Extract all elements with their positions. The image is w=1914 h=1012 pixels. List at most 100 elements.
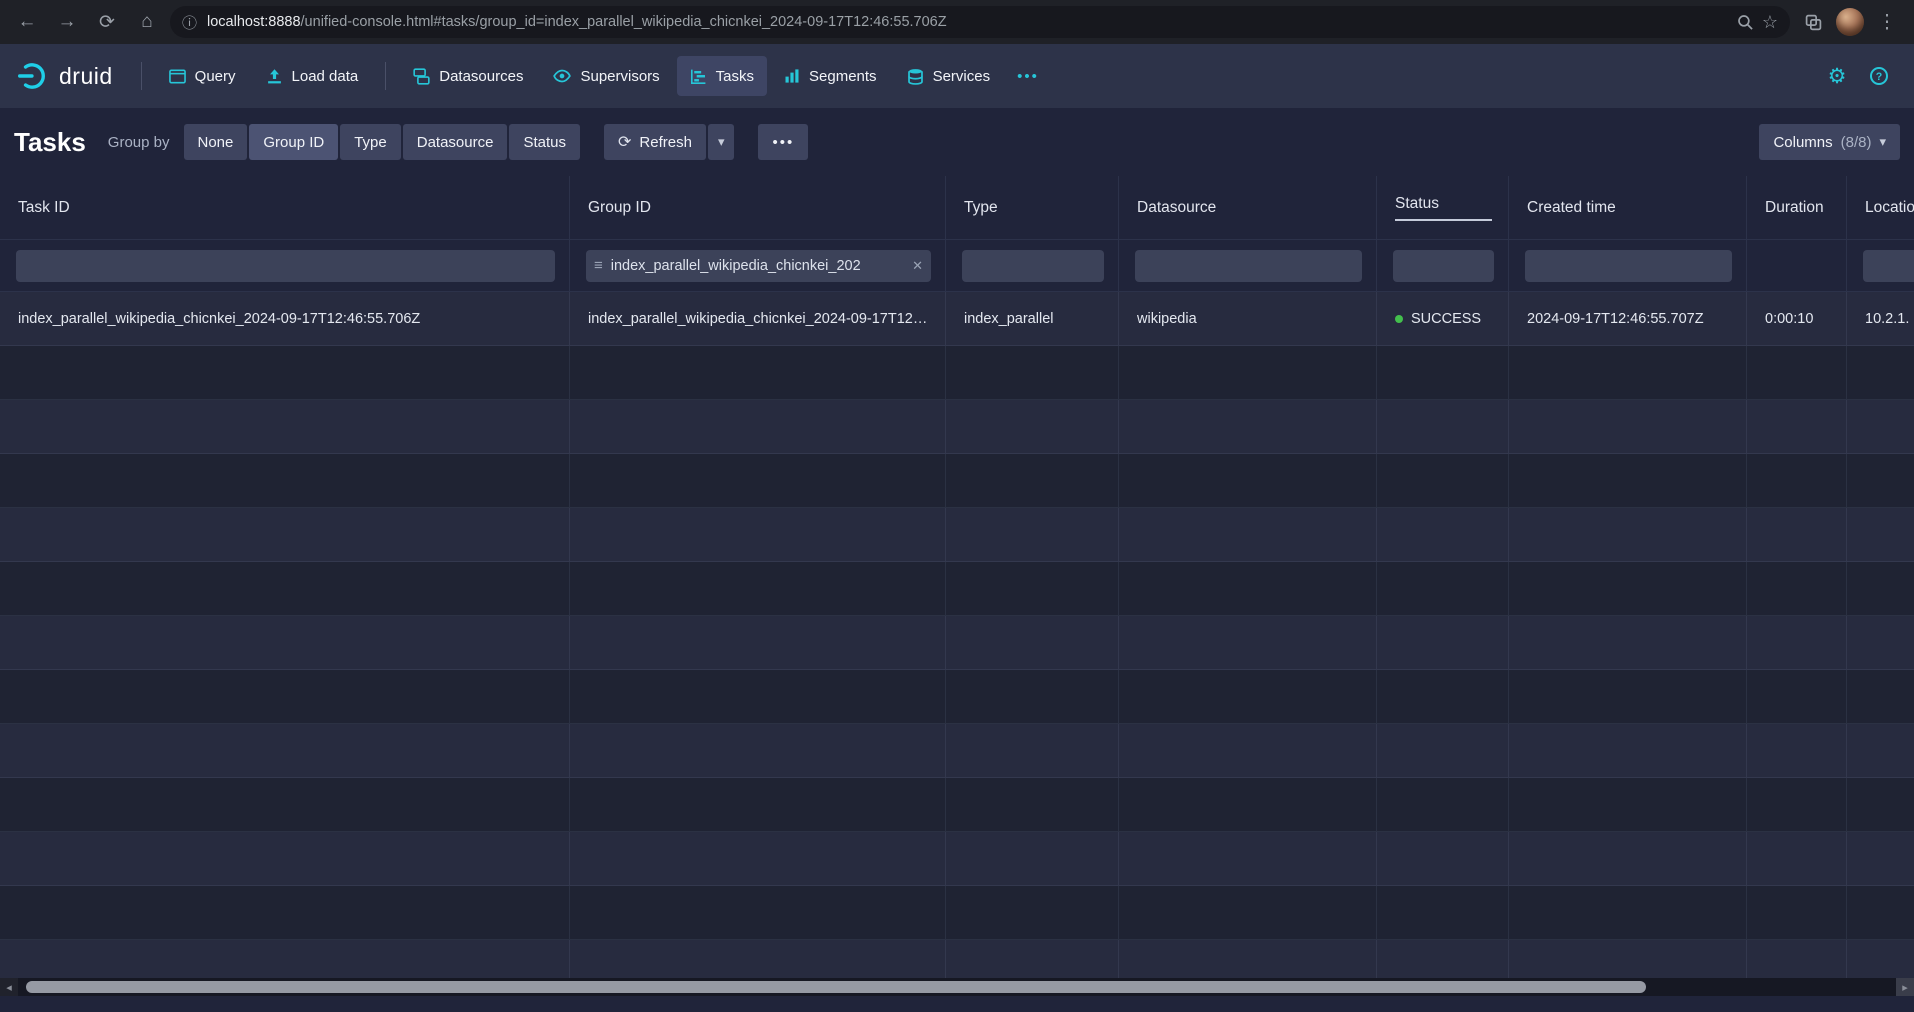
gantt-icon: [690, 68, 707, 85]
site-info-icon[interactable]: ⓘ: [182, 12, 197, 33]
refresh-button[interactable]: ⟳ Refresh: [604, 124, 706, 160]
group-by-label: Group by: [108, 134, 170, 151]
nav-item-supervisors[interactable]: Supervisors: [540, 56, 672, 96]
druid-navbar: druid Query Load data Datasources Superv…: [0, 44, 1914, 108]
chevron-down-icon: ▾: [718, 134, 725, 150]
column-header-duration[interactable]: Duration: [1747, 176, 1847, 239]
group-by-datasource-button[interactable]: Datasource: [403, 124, 508, 160]
columns-label: Columns: [1773, 134, 1832, 151]
nav-item-tasks[interactable]: Tasks: [677, 56, 767, 96]
bookmark-star-icon[interactable]: ☆: [1762, 12, 1778, 33]
nav-item-datasources[interactable]: Datasources: [400, 56, 536, 96]
filter-cell-duration: [1747, 240, 1847, 291]
cell-status: SUCCESS: [1377, 292, 1509, 345]
nav-item-query[interactable]: Query: [156, 56, 249, 96]
cell-duration: 0:00:10: [1747, 292, 1847, 345]
extensions-icon[interactable]: [1796, 5, 1830, 39]
column-header-group-id[interactable]: Group ID: [570, 176, 946, 239]
nav-item-label: Tasks: [716, 68, 754, 85]
home-icon[interactable]: ⌂: [130, 5, 164, 39]
column-header-status[interactable]: Status: [1377, 176, 1509, 239]
database-icon: [907, 68, 924, 85]
url-path: /unified-console.html#tasks/group_id=ind…: [301, 14, 947, 30]
forward-icon[interactable]: →: [50, 5, 84, 39]
settings-gear-icon[interactable]: ⚙: [1818, 57, 1856, 95]
zoom-icon[interactable]: [1737, 14, 1754, 31]
refresh-split-button: ⟳ Refresh ▾: [604, 124, 734, 160]
refresh-interval-dropdown-button[interactable]: ▾: [708, 124, 735, 160]
empty-table-row: [0, 346, 1914, 400]
status-badge: SUCCESS: [1411, 311, 1481, 327]
group-by-status-button[interactable]: Status: [509, 124, 580, 160]
filter-input-task-id[interactable]: [16, 250, 555, 282]
reload-icon[interactable]: ⟳: [90, 5, 124, 39]
tasks-view-header: Tasks Group by None Group ID Type Dataso…: [0, 108, 1914, 176]
more-actions-button[interactable]: •••: [758, 124, 808, 160]
cell-type: index_parallel: [946, 292, 1119, 345]
cell-datasource: wikipedia: [1119, 292, 1377, 345]
nav-item-label: Services: [933, 68, 991, 85]
column-header-created-time[interactable]: Created time: [1509, 176, 1747, 239]
refresh-icon: ⟳: [618, 132, 631, 152]
nav-item-services[interactable]: Services: [894, 56, 1004, 96]
group-by-none-button[interactable]: None: [184, 124, 248, 160]
console-icon: [169, 68, 186, 85]
nav-item-label: Segments: [809, 68, 877, 85]
filter-input-location[interactable]: [1863, 250, 1914, 282]
filter-input-datasource[interactable]: [1135, 250, 1362, 282]
filter-input-type[interactable]: [962, 250, 1104, 282]
clear-filter-icon[interactable]: ✕: [912, 258, 923, 274]
empty-table-row: [0, 940, 1914, 978]
scrollbar-thumb[interactable]: [26, 981, 1646, 993]
task-table-row[interactable]: index_parallel_wikipedia_chicnkei_2024-0…: [0, 292, 1914, 346]
empty-table-row: [0, 616, 1914, 670]
chevron-down-icon: ▾: [1879, 134, 1886, 150]
column-header-type[interactable]: Type: [946, 176, 1119, 239]
bar-chart-icon: [784, 68, 800, 84]
empty-table-row: [0, 400, 1914, 454]
group-by-group-id-button[interactable]: Group ID: [249, 124, 338, 160]
nav-item-label: Load data: [292, 68, 359, 85]
svg-text:?: ?: [1876, 71, 1882, 83]
group-id-filter-value: index_parallel_wikipedia_chicnkei_202: [611, 258, 904, 274]
nav-item-label: Datasources: [439, 68, 523, 85]
filter-input-created-time[interactable]: [1525, 250, 1732, 282]
table-filter-row: ≡ index_parallel_wikipedia_chicnkei_202 …: [0, 240, 1914, 292]
nav-item-label: Supervisors: [580, 68, 659, 85]
eye-icon: [553, 67, 571, 85]
nav-item-label: Query: [195, 68, 236, 85]
page-title: Tasks: [14, 127, 86, 158]
column-header-task-id[interactable]: Task ID: [0, 176, 570, 239]
table-header-row: Task ID Group ID Type Datasource Status …: [0, 176, 1914, 240]
columns-count: (8/8): [1841, 134, 1872, 151]
druid-logo[interactable]: druid: [16, 59, 113, 93]
nav-item-segments[interactable]: Segments: [771, 56, 890, 96]
scroll-right-icon[interactable]: ▸: [1896, 978, 1914, 996]
nav-item-load-data[interactable]: Load data: [253, 56, 372, 96]
nav-divider: [141, 62, 142, 90]
filter-input-group-id[interactable]: ≡ index_parallel_wikipedia_chicnkei_202 …: [586, 250, 931, 282]
empty-table-row: [0, 508, 1914, 562]
profile-avatar[interactable]: [1836, 8, 1864, 36]
back-icon[interactable]: ←: [10, 5, 44, 39]
columns-dropdown-button[interactable]: Columns (8/8) ▾: [1759, 124, 1900, 160]
cell-task-id[interactable]: index_parallel_wikipedia_chicnkei_2024-0…: [0, 292, 570, 345]
browser-menu-icon[interactable]: ⋮: [1870, 5, 1904, 39]
horizontal-scrollbar[interactable]: ◂ ▸: [0, 978, 1914, 996]
help-icon[interactable]: ?: [1860, 57, 1898, 95]
url-text[interactable]: localhost:8888/unified-console.html#task…: [207, 14, 1727, 30]
column-header-datasource[interactable]: Datasource: [1119, 176, 1377, 239]
druid-logo-text: druid: [59, 63, 113, 90]
scrollbar-track[interactable]: [18, 978, 1914, 996]
refresh-label: Refresh: [639, 134, 692, 151]
address-bar[interactable]: ⓘ localhost:8888/unified-console.html#ta…: [170, 6, 1790, 38]
group-by-type-button[interactable]: Type: [340, 124, 401, 160]
status-success-dot: [1395, 315, 1403, 323]
empty-table-row: [0, 886, 1914, 940]
empty-table-row: [0, 724, 1914, 778]
nav-more-icon[interactable]: •••: [1007, 56, 1049, 96]
filter-input-status[interactable]: [1393, 250, 1494, 282]
column-header-location[interactable]: Location: [1847, 176, 1914, 239]
group-by-button-group: None Group ID Type Datasource Status: [184, 124, 581, 160]
scroll-left-icon[interactable]: ◂: [0, 978, 18, 996]
